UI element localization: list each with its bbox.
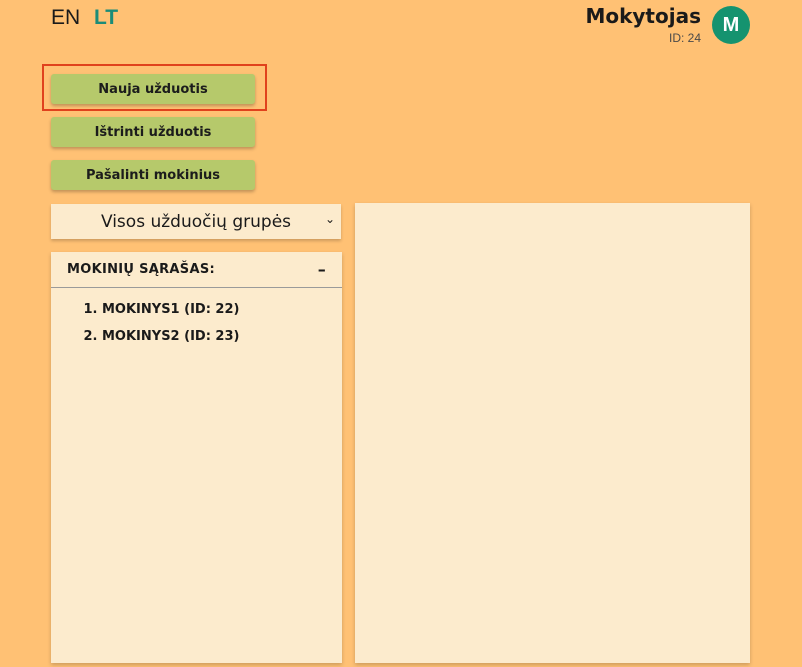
student-list-panel: MOKINIŲ SĄRAŠAS: – MOKINYS1 (ID: 22) MOK… [51,252,342,663]
user-info: Mokytojas ID: 24 [585,4,701,45]
student-list-title: MOKINIŲ SĄRAŠAS: [67,262,215,277]
task-group-select-value: Visos užduočių grupės [100,211,292,232]
language-switcher: EN LT [51,6,126,30]
task-group-select[interactable]: Visos užduočių grupės ⌄ [51,204,341,239]
avatar[interactable]: M [712,6,750,44]
student-list-header: MOKINIŲ SĄRAŠAS: – [51,252,342,288]
student-list: MOKINYS1 (ID: 22) MOKINYS2 (ID: 23) [51,302,342,344]
new-task-button[interactable]: Nauja užduotis [51,74,255,104]
task-content-panel [355,203,750,663]
user-id: ID: 24 [668,31,701,45]
delete-task-button[interactable]: Ištrinti užduotis [51,117,255,147]
lang-lt-option[interactable]: LT [94,6,118,29]
list-item[interactable]: MOKINYS2 (ID: 23) [102,329,342,344]
lang-en-option[interactable]: EN [51,6,80,29]
list-item[interactable]: MOKINYS1 (ID: 22) [102,302,342,317]
remove-students-button[interactable]: Pašalinti mokinius [51,160,255,190]
collapse-icon[interactable]: – [318,260,326,279]
chevron-down-icon: ⌄ [324,212,335,226]
user-name: Mokytojas [585,4,701,28]
